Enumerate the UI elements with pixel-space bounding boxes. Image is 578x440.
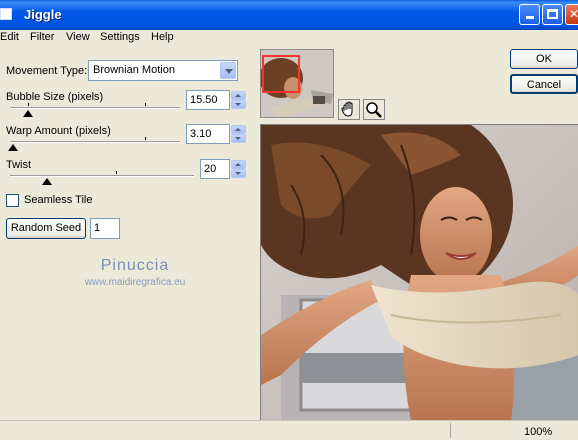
minimize-icon <box>525 16 534 19</box>
menu-edit[interactable]: Edit <box>0 31 19 43</box>
cancel-button[interactable]: Cancel <box>510 74 578 94</box>
warp-amount-input[interactable]: 3.10 <box>186 124 230 144</box>
window-title: Jiggle <box>24 7 62 22</box>
menu-settings[interactable]: Settings <box>100 31 140 43</box>
menu-view[interactable]: View <box>66 31 90 43</box>
menu-help[interactable]: Help <box>151 31 174 43</box>
random-seed-button[interactable]: Random Seed <box>6 218 86 239</box>
twist-spinner[interactable] <box>231 160 246 178</box>
hand-tool-button[interactable] <box>338 99 360 120</box>
twist-slider-thumb[interactable] <box>42 178 52 185</box>
maximize-icon <box>547 9 558 19</box>
zoom-tool-button[interactable] <box>363 99 385 120</box>
preview-image <box>261 125 578 420</box>
close-icon: ✕ <box>568 7 578 21</box>
zoom-level: 100% <box>524 426 553 438</box>
movement-type-label: Movement Type: <box>6 65 88 77</box>
watermark-url: www.maidiregrafica.eu <box>84 277 186 288</box>
seamless-tile-checkbox[interactable] <box>6 194 19 207</box>
app-icon <box>0 8 12 20</box>
close-button[interactable]: ✕ <box>565 4 578 25</box>
spin-up-icon[interactable] <box>231 125 246 134</box>
twist-slider[interactable] <box>10 175 194 177</box>
thumbnail-image <box>261 50 333 117</box>
slider-tick <box>28 103 29 106</box>
menu-filter[interactable]: Filter <box>30 31 54 43</box>
random-seed-input[interactable]: 1 <box>90 218 120 239</box>
slider-tick <box>145 137 146 140</box>
spin-down-icon[interactable] <box>231 134 246 143</box>
movement-type-select[interactable]: Brownian Motion <box>88 60 238 81</box>
twist-input[interactable]: 20 <box>200 159 230 179</box>
bubble-size-slider-thumb[interactable] <box>23 110 33 117</box>
ok-button[interactable]: OK <box>510 49 578 69</box>
slider-tick <box>116 171 117 174</box>
slider-tick <box>145 103 146 106</box>
twist-label: Twist <box>6 159 32 171</box>
spin-up-icon[interactable] <box>231 91 246 100</box>
status-divider <box>450 423 451 438</box>
warp-amount-label: Warp Amount (pixels) <box>6 125 111 137</box>
bubble-size-input[interactable]: 15.50 <box>186 90 230 110</box>
menu-bar: Edit Filter View Settings Help <box>0 30 578 48</box>
spin-up-icon[interactable] <box>231 160 246 169</box>
seamless-tile-label: Seamless Tile <box>24 194 93 206</box>
maximize-button[interactable] <box>542 4 563 25</box>
movement-type-value: Brownian Motion <box>93 64 175 76</box>
warp-amount-spinner[interactable] <box>231 125 246 143</box>
status-bar <box>0 420 578 440</box>
bubble-size-spinner[interactable] <box>231 91 246 109</box>
bubble-size-slider[interactable] <box>10 107 180 109</box>
watermark-title: Pinuccia <box>100 257 170 274</box>
minimize-button[interactable] <box>519 4 540 25</box>
spin-down-icon[interactable] <box>231 169 246 178</box>
warp-amount-slider-thumb[interactable] <box>8 144 18 151</box>
warp-amount-slider[interactable] <box>10 141 180 143</box>
title-bar: Jiggle ✕ <box>0 0 578 30</box>
navigator-thumbnail[interactable] <box>260 49 334 118</box>
preview-pane[interactable] <box>260 124 578 420</box>
hand-icon <box>341 101 353 117</box>
bubble-size-label: Bubble Size (pixels) <box>6 91 104 103</box>
magnifier-icon <box>366 102 382 118</box>
chevron-down-icon[interactable] <box>220 62 236 79</box>
spin-down-icon[interactable] <box>231 100 246 109</box>
